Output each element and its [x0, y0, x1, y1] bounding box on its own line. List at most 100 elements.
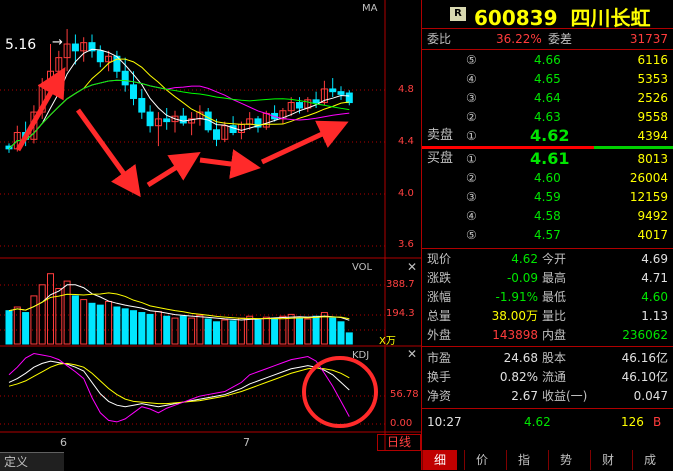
volume-bar: [213, 321, 220, 345]
annotation-arrow: [199, 149, 261, 179]
define-tab[interactable]: 定义: [0, 452, 64, 471]
bid-price: 4.57: [534, 228, 561, 242]
ask-price: 4.65: [534, 72, 561, 86]
candle: [329, 88, 337, 93]
volume-bar: [113, 306, 121, 345]
bid-volume: 12159: [629, 190, 668, 204]
fund-value: 24.68: [503, 351, 538, 365]
ask-row[interactable]: ⑤ 4.66 6116: [422, 51, 673, 69]
fund-label: 流通: [542, 370, 567, 384]
volume-bar: [179, 315, 187, 345]
ask-volume: 6116: [637, 53, 668, 67]
ask-price: 4.63: [534, 110, 561, 124]
stat-value: 143898: [492, 328, 538, 342]
tab-trend[interactable]: 势: [548, 450, 583, 470]
volume-bar: [71, 295, 79, 345]
volume-bar: [80, 299, 88, 345]
candle: [312, 99, 320, 104]
bid-row[interactable]: ④ 4.58 9492: [422, 207, 673, 225]
candle: [130, 84, 137, 99]
ask-price: 4.62: [530, 126, 570, 145]
bid-row[interactable]: ③ 4.59 12159: [422, 188, 673, 206]
ask-price: 4.66: [534, 53, 561, 67]
bid-row[interactable]: ② 4.60 26004: [422, 169, 673, 187]
candle: [179, 115, 187, 124]
stat-row: 总量 38.00万 量比 1.13: [422, 307, 673, 325]
ask-volume: 2526: [637, 91, 668, 105]
volume-bar: [105, 300, 113, 345]
volume-bar: [63, 280, 71, 345]
ma-indicator-label: MA: [362, 3, 378, 14]
period-tab[interactable]: 日线: [377, 434, 421, 451]
volume-bar: [138, 312, 146, 345]
stat-value: -0.09: [506, 271, 538, 285]
fund-label: 收益(一): [542, 389, 588, 403]
tab-price[interactable]: 价: [464, 450, 499, 470]
bid-volume: 4017: [637, 228, 668, 242]
stat-label: 涨幅: [427, 290, 452, 304]
volume-bar: [96, 304, 104, 345]
volume-bar: [154, 311, 162, 345]
fund-label: 市盈: [427, 351, 452, 365]
fund-value: 46.16亿: [621, 351, 668, 365]
kdj-axis-tick: 0.00: [390, 418, 413, 429]
ask-row[interactable]: ③ 4.64 2526: [422, 89, 673, 107]
tick-row: 10:27 4.62 126 B: [422, 413, 673, 431]
bid-level: ①: [466, 152, 477, 166]
volume-bar: [329, 317, 337, 345]
ask-row[interactable]: ④ 4.65 5353: [422, 70, 673, 88]
tick-side: B: [653, 415, 662, 429]
ask-level: ③: [466, 91, 477, 105]
candle: [71, 43, 79, 52]
ask-volume: 9558: [637, 110, 668, 124]
annotation-circle: [302, 356, 378, 428]
stat-label: 最低: [542, 290, 567, 304]
fund-row: 市盈 24.68 股本 46.16亿: [422, 349, 673, 367]
bid-row[interactable]: ⑤ 4.57 4017: [422, 226, 673, 244]
bid-level: ④: [466, 209, 477, 223]
volume-bar: [163, 315, 171, 345]
tab-detail[interactable]: 细: [422, 450, 457, 470]
ask-volume: 5353: [637, 72, 668, 86]
ask-row[interactable]: ② 4.63 9558: [422, 108, 673, 126]
stat-value: -1.91%: [495, 290, 538, 304]
candlestick-chart-area[interactable]: [0, 0, 421, 470]
close-icon[interactable]: ✕: [407, 260, 417, 274]
candle: [96, 50, 104, 63]
bid-price: 4.60: [534, 171, 561, 185]
volume-bar: [130, 310, 137, 345]
bid-level: ③: [466, 190, 477, 204]
fund-value: 46.10亿: [621, 370, 668, 384]
volume-bar: [296, 317, 303, 345]
bid-level: ⑤: [466, 228, 477, 242]
ma-line: [8, 48, 350, 150]
close-icon[interactable]: ✕: [407, 347, 417, 361]
vol-axis-tick: 194.3: [386, 308, 415, 319]
ask-level: ④: [466, 72, 477, 86]
annotation-arrow: [75, 108, 141, 198]
stat-value: 38.00万: [491, 309, 538, 323]
stock-code: 600839: [474, 6, 558, 30]
vol-axis-tick: 388.7: [386, 279, 415, 290]
r-badge: R: [450, 7, 466, 21]
candle: [138, 97, 146, 113]
tab-trades[interactable]: 成: [632, 450, 667, 470]
ask-row[interactable]: 卖盘 ① 4.62 4394: [422, 127, 673, 145]
ask-price: 4.64: [534, 91, 561, 105]
stat-value: 4.60: [641, 290, 668, 304]
ask-section-label: 卖盘: [427, 128, 454, 143]
stock-header: R 600839 四川长虹: [422, 0, 673, 30]
max-price-arrow-icon: →: [52, 35, 63, 50]
fund-label: 换手: [427, 370, 452, 384]
volume-bar: [5, 310, 13, 345]
tick-price: 4.62: [524, 415, 551, 429]
tick-volume: 126: [621, 415, 644, 429]
stat-label: 涨跌: [427, 271, 452, 285]
fund-value: 2.67: [511, 389, 538, 403]
bid-row[interactable]: 买盘 ① 4.61 8013: [422, 150, 673, 168]
candle: [337, 91, 345, 95]
fund-label: 净资: [427, 389, 452, 403]
tab-finance[interactable]: 财: [590, 450, 625, 470]
volume-bar: [262, 316, 270, 345]
tab-index[interactable]: 指: [506, 450, 541, 470]
